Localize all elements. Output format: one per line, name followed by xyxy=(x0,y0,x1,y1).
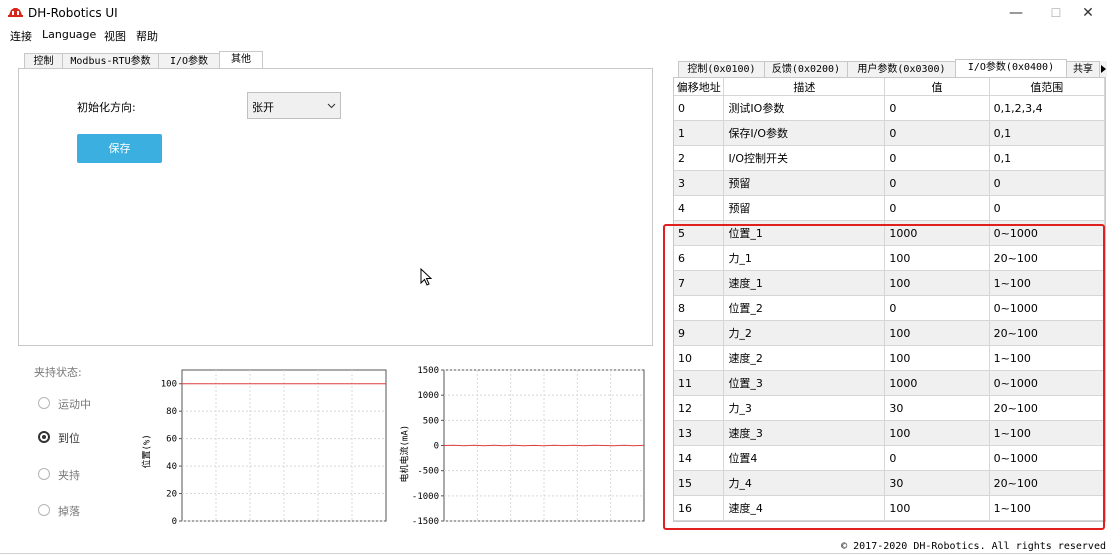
cell-description: I/O控制开关 xyxy=(723,145,886,171)
tab-io-params[interactable]: I/O参数 xyxy=(158,53,220,69)
menu-view[interactable]: 视图 xyxy=(104,28,126,44)
tab-other[interactable]: 其他 xyxy=(219,51,263,69)
col-header-value[interactable]: 值 xyxy=(884,78,990,96)
cell-value[interactable]: 0 xyxy=(884,145,990,171)
init-direction-select[interactable]: 张开 xyxy=(247,92,341,119)
status-in-position-label: 到位 xyxy=(58,432,80,445)
cell-offset: 4 xyxy=(674,195,725,221)
cell-range: 0 xyxy=(989,195,1105,221)
table-row[interactable]: 4 预留 0 0 xyxy=(674,195,1105,221)
init-direction-label: 初始化方向: xyxy=(77,101,136,114)
window-title: DH-Robotics UI xyxy=(28,6,118,20)
current-ytick-label: 0 xyxy=(434,442,439,452)
cell-value[interactable]: 0 xyxy=(884,95,990,121)
col-header-description[interactable]: 描述 xyxy=(723,78,886,96)
position-ytick-label: 60 xyxy=(166,435,177,445)
current-ytick-label: 1000 xyxy=(417,391,439,401)
cell-offset: 1 xyxy=(674,120,725,146)
close-button[interactable]: ✕ xyxy=(1072,0,1104,26)
col-header-range[interactable]: 值范围 xyxy=(989,78,1105,96)
cell-value[interactable]: 0 xyxy=(884,170,990,196)
menu-help[interactable]: 帮助 xyxy=(136,28,158,44)
status-dropped-radio[interactable] xyxy=(38,504,50,516)
status-dropped-label: 掉落 xyxy=(58,505,80,518)
table-row[interactable]: 3 预留 0 0 xyxy=(674,170,1105,196)
tab-control-0x0100[interactable]: 控制(0x0100) xyxy=(678,61,765,77)
position-ytick-label: 40 xyxy=(166,462,177,472)
copyright-footer: © 2017-2020 DH-Robotics. All rights rese… xyxy=(841,541,1106,552)
cell-value[interactable]: 0 xyxy=(884,195,990,221)
tab-shared[interactable]: 共享 xyxy=(1066,61,1100,77)
cell-offset: 3 xyxy=(674,170,725,196)
cell-description: 预留 xyxy=(723,170,886,196)
cell-description: 保存I/O参数 xyxy=(723,120,886,146)
cell-offset: 2 xyxy=(674,145,725,171)
minimize-button[interactable]: — xyxy=(1000,0,1032,26)
motor-current-chart: 1500 1000 500 0 -500 -1000 -1500 xyxy=(412,366,645,527)
tab-control[interactable]: 控制 xyxy=(24,53,63,69)
position-ytick-label: 80 xyxy=(166,407,177,417)
app-logo-icon xyxy=(8,8,23,17)
save-button[interactable]: 保存 xyxy=(77,134,162,163)
table-row[interactable]: 0 测试IO参数 0 0,1,2,3,4 xyxy=(674,95,1105,121)
tab-io-params-0x0400[interactable]: I/O参数(0x0400) xyxy=(955,59,1067,77)
position-ytick-label: 100 xyxy=(161,380,177,390)
table-row[interactable]: 2 I/O控制开关 0 0,1 xyxy=(674,145,1105,171)
tab-feedback-0x0200[interactable]: 反馈(0x0200) xyxy=(764,61,848,77)
tab-user-params-0x0300[interactable]: 用户参数(0x0300) xyxy=(847,61,956,77)
table-row[interactable]: 1 保存I/O参数 0 0,1 xyxy=(674,120,1105,146)
clamp-status-title: 夹持状态: xyxy=(34,366,82,379)
status-clamped-radio[interactable] xyxy=(38,468,50,480)
cell-range: 0,1,2,3,4 xyxy=(989,95,1105,121)
col-header-offset[interactable]: 偏移地址 xyxy=(674,78,725,96)
mouse-cursor-icon xyxy=(420,268,432,286)
bottom-divider xyxy=(0,553,1112,554)
status-moving-label: 运动中 xyxy=(58,398,91,411)
current-ytick-label: -500 xyxy=(417,467,439,477)
position-ytick-label: 0 xyxy=(172,517,177,527)
tab-scroll-right-icon xyxy=(1101,65,1106,73)
status-clamped-label: 夹持 xyxy=(58,469,80,482)
cell-offset: 0 xyxy=(674,95,725,121)
menu-connect[interactable]: 连接 xyxy=(10,28,32,44)
maximize-button[interactable]: ☐ xyxy=(1040,0,1072,26)
cell-range: 0,1 xyxy=(989,120,1105,146)
highlight-box xyxy=(663,224,1105,530)
cell-range: 0,1 xyxy=(989,145,1105,171)
current-ytick-label: -1000 xyxy=(412,492,439,502)
status-in-position-radio[interactable] xyxy=(38,431,50,443)
current-ytick-label: 1500 xyxy=(417,366,439,376)
cell-description: 测试IO参数 xyxy=(723,95,886,121)
position-ytick-label: 20 xyxy=(166,490,177,500)
current-chart-ylabel: 电机电流(mA) xyxy=(400,424,411,483)
cell-description: 预留 xyxy=(723,195,886,221)
current-series-line xyxy=(443,444,645,447)
cell-value[interactable]: 0 xyxy=(884,120,990,146)
tab-scroll-right[interactable] xyxy=(1099,61,1107,77)
position-chart: 100 80 60 40 20 0 xyxy=(161,369,387,527)
cell-range: 0 xyxy=(989,170,1105,196)
current-ytick-label: -1500 xyxy=(412,517,439,527)
status-moving-radio[interactable] xyxy=(38,397,50,409)
title-bar: DH-Robotics UI — ☐ ✕ xyxy=(0,0,1112,26)
current-ytick-label: 500 xyxy=(423,416,439,426)
menu-language[interactable]: Language xyxy=(42,28,96,41)
init-direction-value: 张开 xyxy=(252,101,274,114)
tab-modbus-rtu[interactable]: Modbus-RTU参数 xyxy=(62,53,159,69)
chevron-down-icon xyxy=(327,103,336,109)
